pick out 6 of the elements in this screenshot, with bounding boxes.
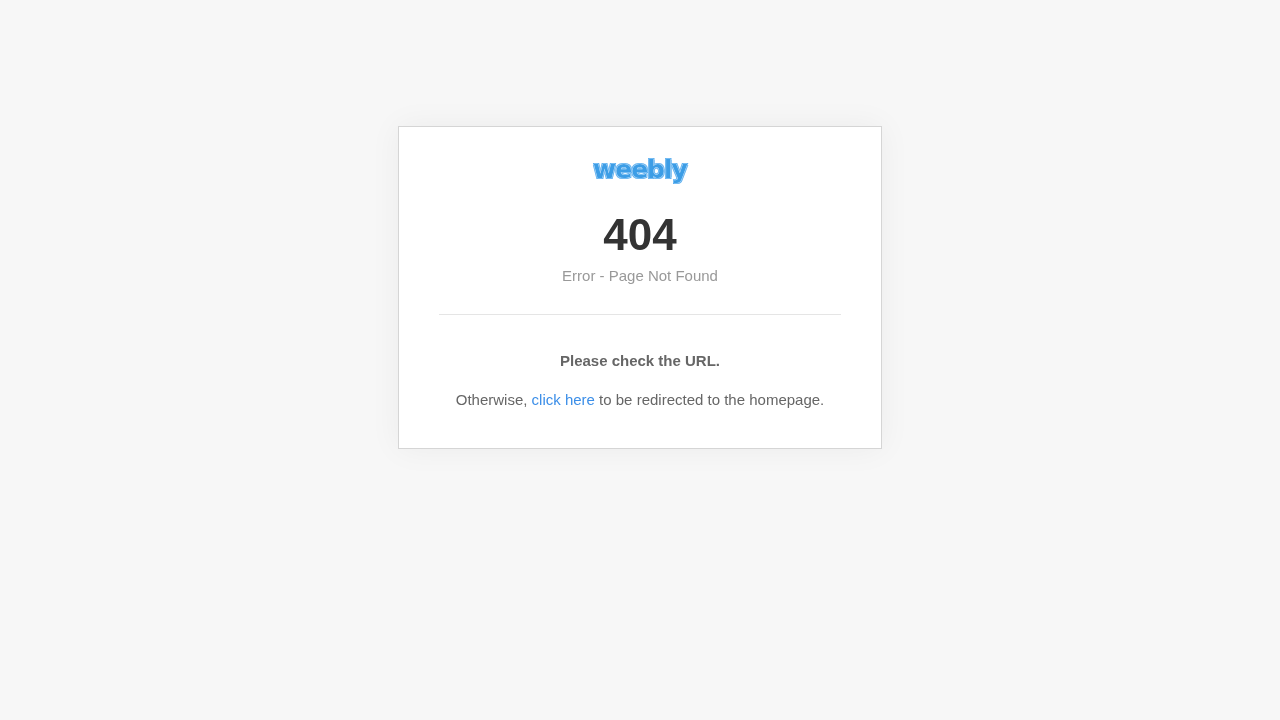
logo[interactable]: weebly xyxy=(593,153,687,187)
error-subtitle: Error - Page Not Found xyxy=(562,266,718,286)
error-code: 404 xyxy=(603,213,677,257)
notice-text: Please check the URL. xyxy=(559,351,721,371)
homepage-link[interactable]: click here xyxy=(531,391,595,408)
redirect-text: Otherwise, click here to be redirected to the homepage. xyxy=(455,390,825,410)
